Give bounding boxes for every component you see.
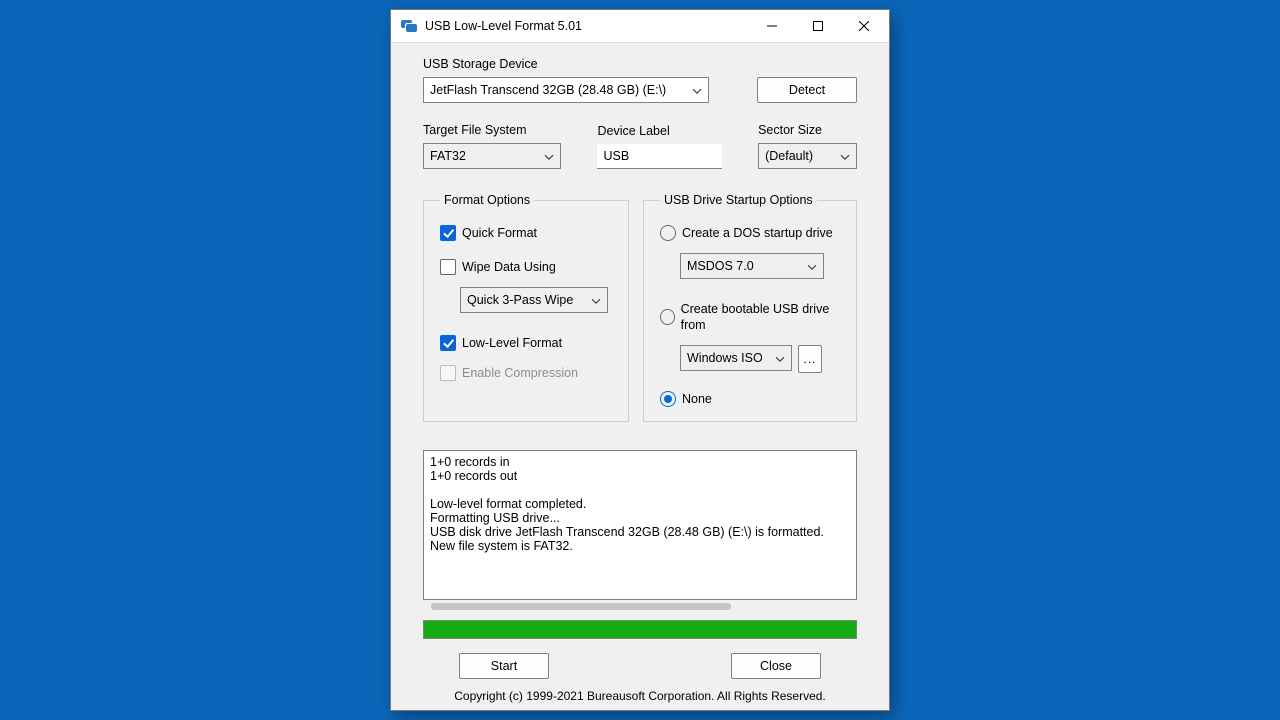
sector-size-field: Sector Size (Default) — [758, 123, 857, 169]
app-window: USB Low-Level Format 5.01 USB Storage De… — [390, 9, 890, 711]
device-select-value: JetFlash Transcend 32GB (28.48 GB) (E:\) — [430, 83, 666, 97]
chevron-down-icon — [591, 298, 601, 304]
sector-size-label: Sector Size — [758, 123, 857, 137]
window-controls — [749, 10, 887, 42]
chevron-down-icon — [544, 154, 554, 160]
client-area: USB Storage Device JetFlash Transcend 32… — [391, 43, 889, 711]
bootable-usb-radio[interactable]: Create bootable USB drive from — [660, 301, 840, 333]
maximize-button[interactable] — [795, 10, 841, 42]
device-section: USB Storage Device JetFlash Transcend 32… — [423, 57, 857, 103]
startup-options-legend: USB Drive Startup Options — [660, 193, 817, 207]
close-button[interactable]: Close — [731, 653, 821, 679]
wipe-method-select[interactable]: Quick 3-Pass Wipe — [460, 287, 608, 313]
copyright-text: Copyright (c) 1999-2021 Bureausoft Corpo… — [423, 689, 857, 703]
format-options-group: Format Options Quick Format Wipe Data Us… — [423, 193, 629, 422]
chevron-down-icon — [775, 356, 785, 362]
progress-bar — [423, 620, 857, 639]
sector-size-select[interactable]: (Default) — [758, 143, 857, 169]
iso-source-select[interactable]: Windows ISO — [680, 345, 792, 371]
target-fs-label: Target File System — [423, 123, 561, 137]
start-button[interactable]: Start — [459, 653, 549, 679]
close-window-button[interactable] — [841, 10, 887, 42]
device-label-field: Device Label USB — [597, 124, 722, 169]
device-label-input[interactable]: USB — [597, 144, 722, 169]
quick-format-checkbox[interactable]: Quick Format — [440, 225, 612, 241]
window-title: USB Low-Level Format 5.01 — [425, 19, 582, 33]
dos-version-select[interactable]: MSDOS 7.0 — [680, 253, 824, 279]
enable-compression-checkbox: Enable Compression — [440, 365, 612, 381]
dos-startup-radio[interactable]: Create a DOS startup drive — [660, 225, 840, 241]
minimize-button[interactable] — [749, 10, 795, 42]
chevron-down-icon — [807, 264, 817, 270]
wipe-data-checkbox[interactable]: Wipe Data Using — [440, 259, 612, 275]
titlebar[interactable]: USB Low-Level Format 5.01 — [391, 10, 889, 43]
target-fs-field: Target File System FAT32 — [423, 123, 561, 169]
chevron-down-icon — [840, 154, 850, 160]
detect-button[interactable]: Detect — [757, 77, 857, 103]
log-scrollbar[interactable] — [423, 600, 857, 614]
device-label: USB Storage Device — [423, 57, 857, 71]
startup-none-radio[interactable]: None — [660, 391, 840, 407]
format-options-legend: Format Options — [440, 193, 534, 207]
device-select[interactable]: JetFlash Transcend 32GB (28.48 GB) (E:\) — [423, 77, 709, 103]
app-icon — [401, 20, 417, 32]
startup-options-group: USB Drive Startup Options Create a DOS s… — [643, 193, 857, 422]
low-level-format-checkbox[interactable]: Low-Level Format — [440, 335, 612, 351]
target-fs-select[interactable]: FAT32 — [423, 143, 561, 169]
device-label-label: Device Label — [597, 124, 722, 138]
browse-iso-button[interactable]: ... — [798, 345, 822, 373]
log-output[interactable]: 1+0 records in 1+0 records out Low-level… — [423, 450, 857, 600]
chevron-down-icon — [692, 88, 702, 94]
